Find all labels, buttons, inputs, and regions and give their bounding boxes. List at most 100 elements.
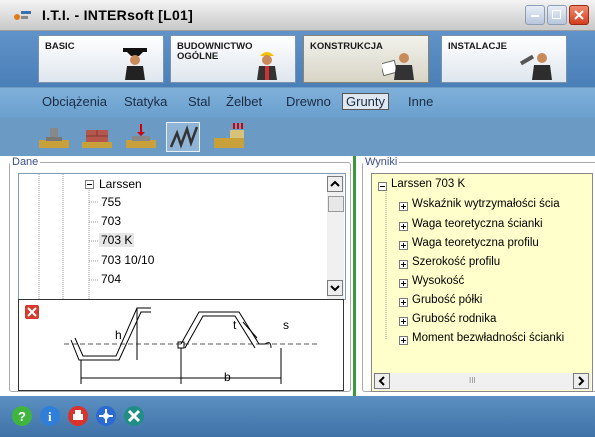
tree-lines <box>38 174 99 299</box>
module-label: INSTALACJE <box>448 41 507 52</box>
scroll-down-button[interactable] <box>327 280 343 296</box>
expand-icon[interactable] <box>399 260 408 269</box>
engineer-icon <box>382 53 414 80</box>
wall-button[interactable] <box>80 122 114 152</box>
sheet-pile-profile-diagram <box>64 307 319 384</box>
scroll-right-button[interactable] <box>573 373 589 389</box>
chevron-down-icon <box>330 285 340 292</box>
tools-icon <box>127 409 141 423</box>
category-tab-bar: Obciążenia Statyka Stal Żelbet Drewno Gr… <box>0 88 595 118</box>
tree-scrollbar[interactable] <box>327 174 344 299</box>
chevron-right-icon <box>578 376 585 386</box>
result-item[interactable]: Moment bezwładności ścianki <box>412 332 564 344</box>
profile-drawing: h b t s <box>18 299 344 391</box>
svg-text:i: i <box>48 409 52 424</box>
module-label: BASIC <box>45 41 75 52</box>
tab-obciazenia[interactable]: Obciążenia <box>42 94 107 109</box>
network-icon <box>99 409 113 423</box>
close-icon <box>574 10 584 20</box>
window-title: I.T.I. - INTERsoft [L01] <box>42 7 194 23</box>
help-button[interactable]: ? <box>12 406 32 426</box>
results-root[interactable]: Larssen 703 K <box>391 178 465 190</box>
app-logo-icon <box>14 11 31 20</box>
bottom-toolbar: ? i <box>0 396 595 437</box>
minimize-button[interactable] <box>525 5 545 25</box>
svg-text:?: ? <box>18 409 26 424</box>
sheet-pile-button[interactable] <box>166 122 200 152</box>
tab-zelbet[interactable]: Żelbet <box>226 94 262 109</box>
builder-icon <box>257 52 277 80</box>
wyniki-legend: Wyniki <box>365 156 398 168</box>
result-item[interactable]: Wskaźnik wytrzymałości ścia <box>412 198 560 210</box>
web-thickness-label: s <box>283 318 289 332</box>
tree-item[interactable]: 703 <box>101 214 121 228</box>
result-item[interactable]: Grubość półki <box>412 294 482 306</box>
expand-icon[interactable] <box>399 298 408 307</box>
height-label: h <box>115 328 122 342</box>
tree-item-selected[interactable]: 703 K <box>99 233 135 247</box>
scroll-thumb[interactable] <box>328 196 344 212</box>
tab-statyka[interactable]: Statyka <box>124 94 167 109</box>
expand-icon[interactable] <box>399 241 408 250</box>
wall-icon <box>82 130 112 148</box>
tree-item[interactable]: 755 <box>101 195 121 209</box>
network-button[interactable] <box>96 406 116 426</box>
excavation-icon <box>214 123 244 148</box>
module-label: KONSTRUKCJA <box>310 41 383 52</box>
result-item[interactable]: Grubość rodnika <box>412 313 496 325</box>
footing-load-button[interactable] <box>124 122 158 152</box>
collapse-icon[interactable] <box>378 182 387 191</box>
tab-grunty[interactable]: Grunty <box>342 93 390 110</box>
close-button[interactable] <box>569 5 589 25</box>
plumber-icon <box>520 53 552 80</box>
print-icon <box>73 410 83 420</box>
expand-icon[interactable] <box>399 222 408 231</box>
profile-tree[interactable]: Larssen 755 703 703 K 703 10/10 704 ... <box>18 173 346 300</box>
tab-drewno[interactable]: Drewno <box>286 94 331 109</box>
chevron-left-icon <box>378 376 385 386</box>
module-tab-konstrukcja[interactable]: KONSTRUKCJA <box>303 35 429 83</box>
results-h-scrollbar[interactable]: III <box>373 373 591 390</box>
chevron-up-icon <box>330 180 340 187</box>
excavation-button[interactable] <box>212 122 246 152</box>
tools-button[interactable] <box>124 406 144 426</box>
expand-icon[interactable] <box>399 202 408 211</box>
info-button[interactable]: i <box>40 406 60 426</box>
module-tab-basic[interactable]: BASIC <box>38 35 164 83</box>
tree-item[interactable]: 703 10/10 <box>101 253 154 267</box>
maximize-button[interactable] <box>547 5 567 25</box>
results-tree[interactable]: Larssen 703 K Wskaźnik wytrzymałości ści… <box>371 173 593 392</box>
scroll-left-button[interactable] <box>374 373 390 389</box>
expand-icon[interactable] <box>399 317 408 326</box>
result-item[interactable]: Szerokość profilu <box>412 256 500 268</box>
tree-node-larssen[interactable]: Larssen <box>99 177 142 191</box>
pane-divider[interactable] <box>353 156 356 396</box>
foundation-button[interactable] <box>37 122 71 152</box>
expand-icon[interactable] <box>399 279 408 288</box>
foundation-icon <box>39 128 69 148</box>
tool-bar <box>0 118 595 156</box>
scroll-grip: III <box>469 376 476 385</box>
result-item[interactable]: Wysokość <box>412 275 464 287</box>
dane-legend: Dane <box>12 156 39 168</box>
title-bar[interactable]: I.T.I. - INTERsoft [L01] <box>0 0 595 31</box>
footing-load-icon <box>126 124 156 148</box>
module-tab-instalacje[interactable]: INSTALACJE <box>441 35 567 83</box>
module-tab-budownictwo[interactable]: BUDOWNICTWO OGÓLNE <box>170 35 296 83</box>
print-button[interactable] <box>68 406 88 426</box>
result-item[interactable]: Waga teoretyczna profilu <box>412 237 539 249</box>
module-label: BUDOWNICTWO OGÓLNE <box>177 41 253 62</box>
module-bar: BASIC BUDOWNICTWO OGÓLNE KONSTRUKCJA INS… <box>0 31 595 87</box>
info-icon: i <box>48 409 52 424</box>
width-label: b <box>224 370 231 384</box>
result-item[interactable]: Waga teoretyczna ścianki <box>412 218 543 230</box>
tab-stal[interactable]: Stal <box>188 94 210 109</box>
expand-icon[interactable] <box>399 336 408 345</box>
help-icon: ? <box>18 409 26 424</box>
tab-inne[interactable]: Inne <box>408 94 433 109</box>
scroll-up-button[interactable] <box>327 176 343 192</box>
sheet-pile-icon <box>169 125 199 149</box>
tree-item[interactable]: 704 <box>101 272 121 286</box>
app-window: I.T.I. - INTERsoft [L01] BASIC BUDOWNICT… <box>0 0 595 437</box>
collapse-icon[interactable] <box>85 180 94 189</box>
